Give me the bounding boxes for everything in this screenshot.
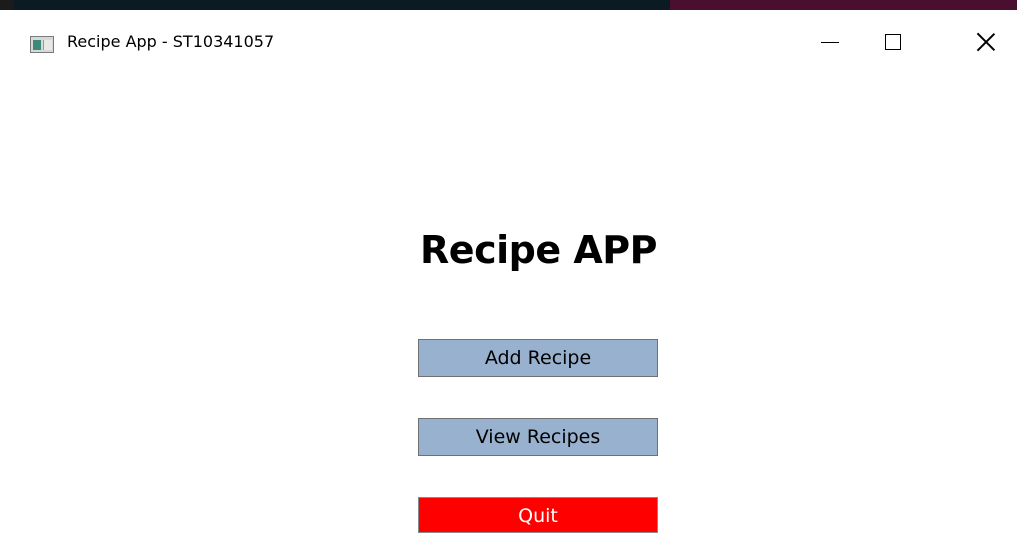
maximize-button[interactable]	[870, 22, 916, 62]
background-window-strip	[0, 0, 1017, 10]
page-title: Recipe APP	[420, 228, 657, 272]
close-button[interactable]	[963, 22, 1009, 62]
title-bar[interactable]: Recipe App - ST10341057	[0, 10, 1017, 70]
minimize-button[interactable]	[807, 22, 853, 62]
app-icon-pane-left	[33, 40, 41, 50]
app-window: Recipe App - ST10341057 Recipe APP Add R…	[0, 10, 1017, 533]
close-icon	[976, 32, 996, 52]
window-title: Recipe App - ST10341057	[67, 32, 275, 51]
background-window-left	[14, 0, 670, 10]
add-recipe-button[interactable]: Add Recipe	[418, 339, 658, 377]
quit-button[interactable]: Quit	[418, 497, 658, 533]
background-window-right	[670, 0, 1017, 10]
maximize-icon	[885, 34, 901, 50]
app-icon-pane-right	[43, 40, 52, 50]
view-recipes-button[interactable]: View Recipes	[418, 418, 658, 456]
minimize-icon	[821, 41, 839, 43]
app-window-icon	[30, 36, 54, 53]
